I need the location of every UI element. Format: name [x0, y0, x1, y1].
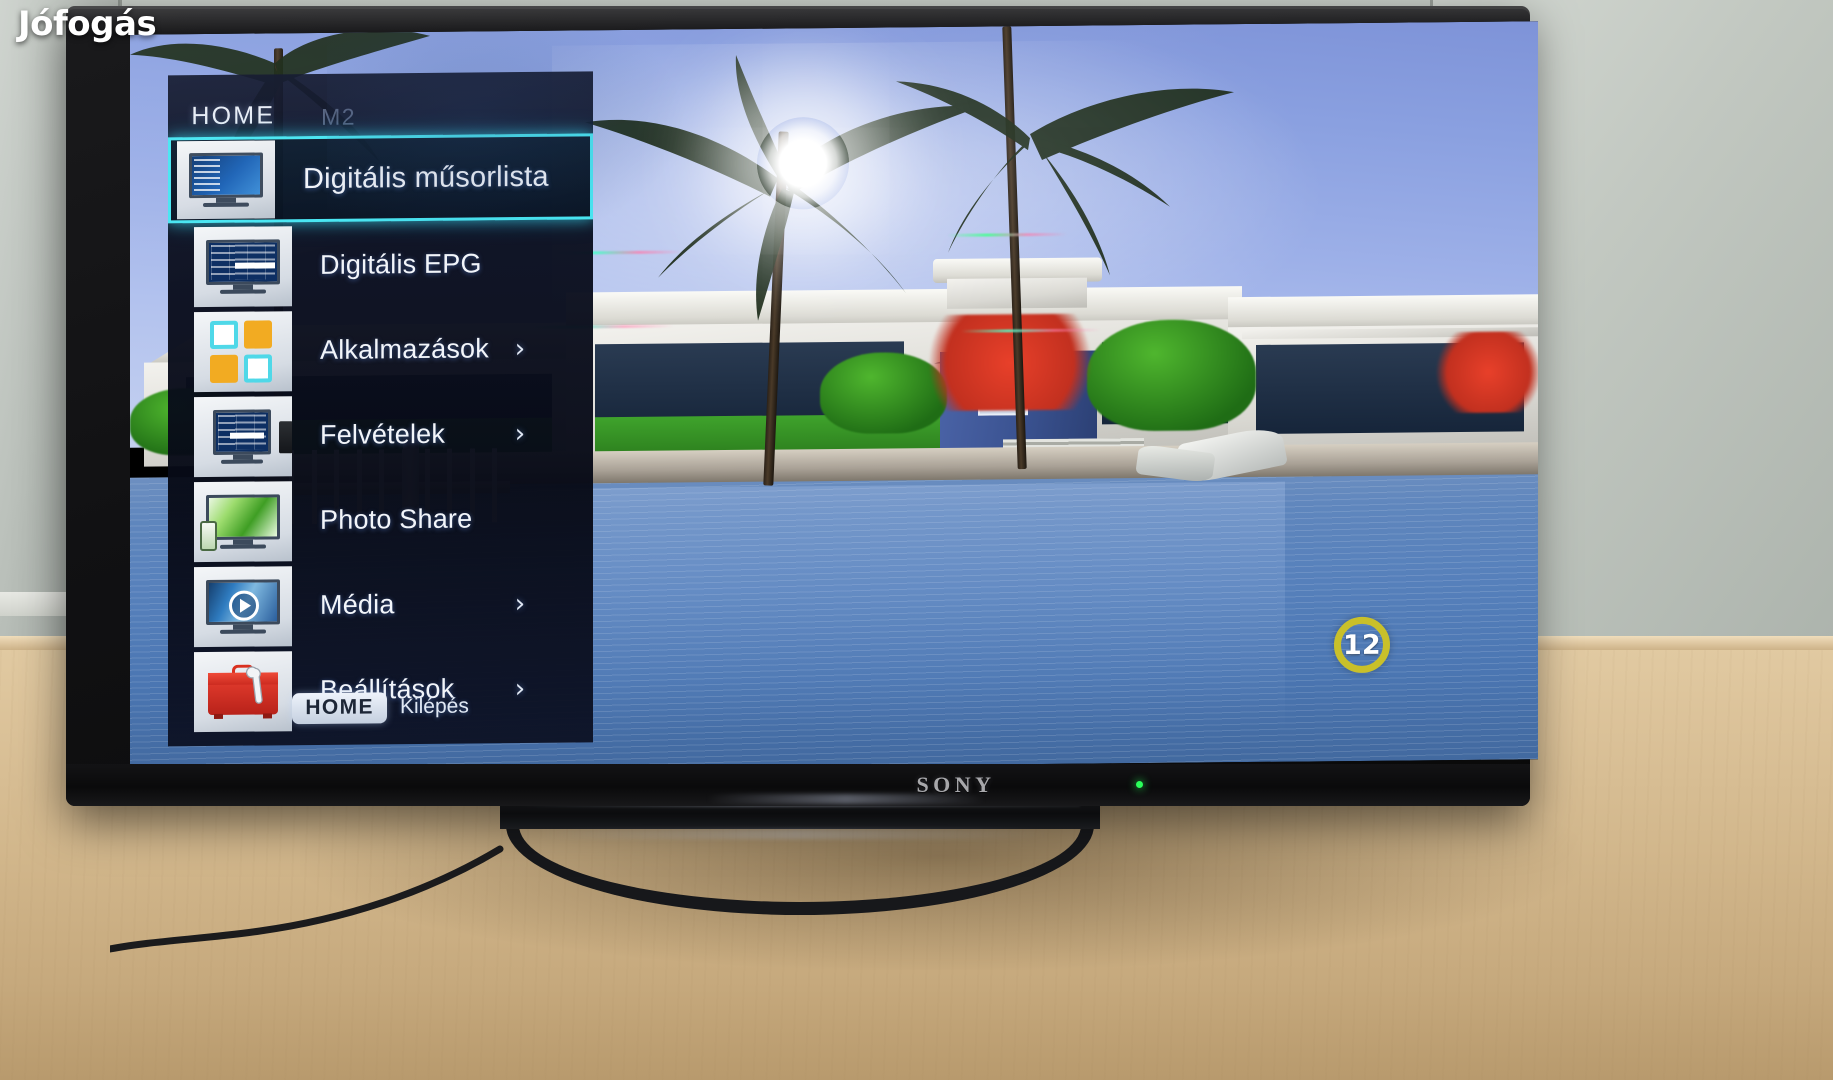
menu-item-media[interactable]: Média › [168, 561, 593, 648]
chevron-right-icon: › [514, 333, 526, 364]
sony-brand-logo: SONY [916, 772, 996, 797]
jofogas-watermark: Jófogás [18, 4, 157, 44]
power-led-icon [1136, 781, 1143, 788]
menu-item-label: Alkalmazások [320, 333, 489, 365]
menu-item-recordings[interactable]: Felvételek › [168, 391, 593, 478]
menu-header-title: HOME [191, 101, 276, 131]
menu-item-label: Digitális műsorlista [303, 160, 549, 195]
tv-screen: 12 HOME M2 Digitális műsorlista Digitáli… [130, 21, 1538, 773]
menu-item-digital-channel-list[interactable]: Digitális műsorlista [168, 133, 594, 224]
menu-item-applications[interactable]: Alkalmazások › [168, 306, 593, 393]
menu-item-label: Média [320, 589, 395, 620]
menu-item-label: Digitális EPG [320, 248, 482, 280]
photo-share-icon [194, 480, 293, 562]
age-rating-badge: 12 [1333, 616, 1390, 674]
app-tiles-icon [194, 310, 293, 392]
sun-flare [756, 116, 849, 210]
media-play-icon [194, 565, 293, 647]
home-key-badge[interactable]: HOME [292, 691, 387, 724]
current-channel-label: M2 [321, 104, 357, 131]
stand-highlight [540, 829, 1050, 839]
chevron-right-icon: › [514, 588, 526, 619]
menu-item-digital-epg[interactable]: Digitális EPG [168, 221, 593, 308]
power-cable [110, 845, 504, 953]
sony-television: 12 HOME M2 Digitális műsorlista Digitáli… [66, 6, 1538, 806]
exit-action-label: Kilépés [399, 694, 469, 719]
home-menu-panel: HOME M2 Digitális műsorlista Digitális E… [168, 70, 594, 747]
menu-item-photo-share[interactable]: Photo Share [168, 476, 593, 563]
menu-item-label: Felvételek [320, 418, 446, 450]
menu-item-label: Photo Share [320, 503, 473, 535]
tv-epg-grid-icon [194, 225, 293, 307]
tv-channel-list-icon [177, 140, 276, 220]
chevron-right-icon: › [514, 418, 526, 449]
home-menu-list: Digitális műsorlista Digitális EPG Alkal… [168, 133, 594, 735]
tv-usb-recording-icon [194, 395, 293, 477]
tv-stand [500, 795, 1100, 915]
menu-footer-hint: HOME Kilépés [168, 690, 593, 725]
